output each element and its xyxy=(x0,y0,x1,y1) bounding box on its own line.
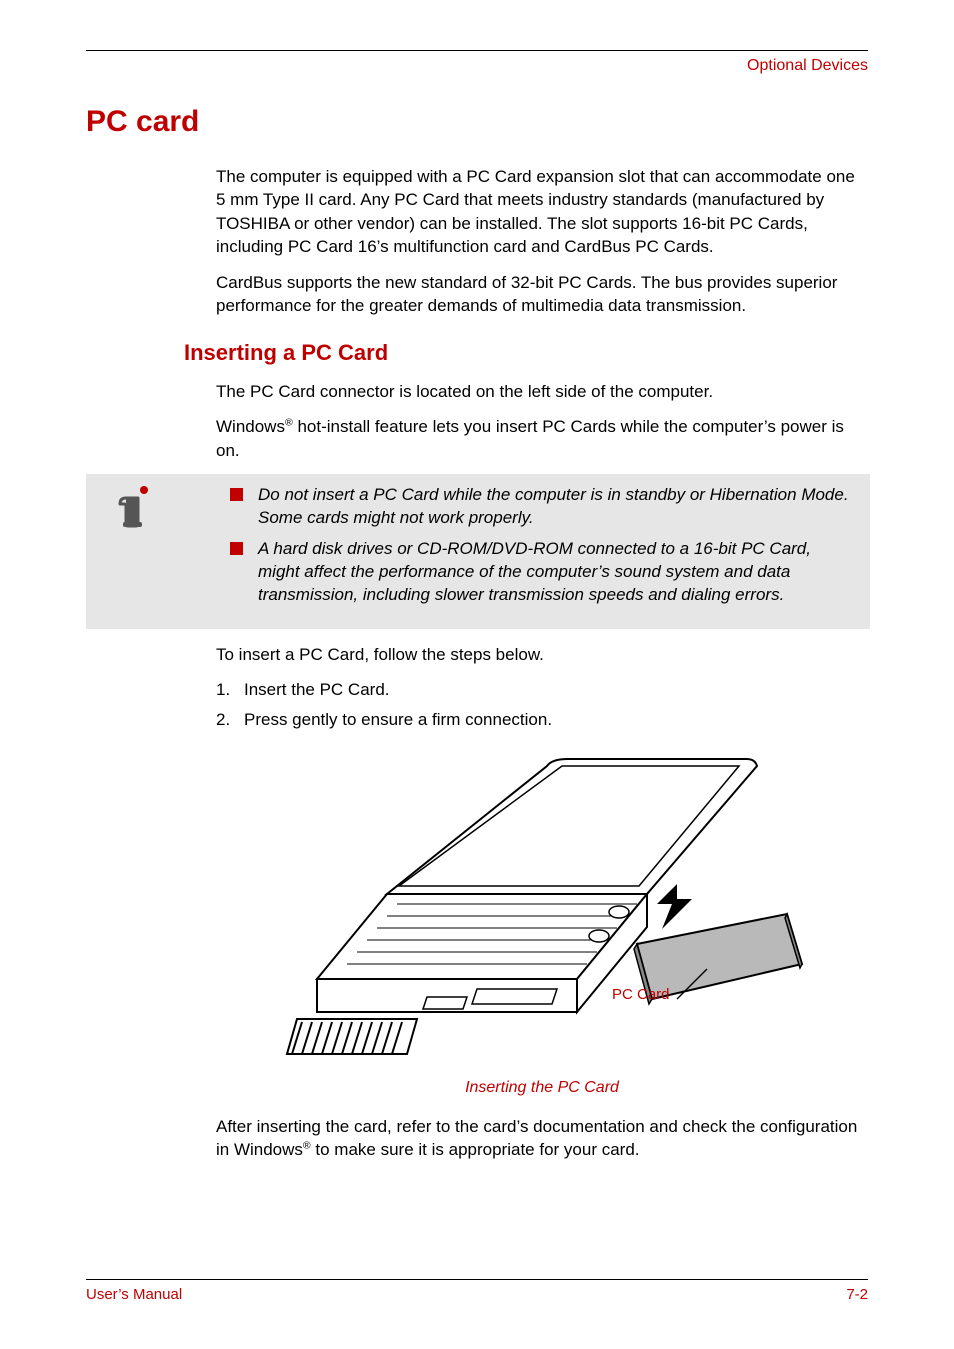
bullet-square-icon xyxy=(230,542,243,555)
heading-pc-card: PC card xyxy=(86,105,868,139)
footer-right: 7-2 xyxy=(846,1286,868,1303)
note-item-2: A hard disk drives or CD-ROM/DVD-ROM con… xyxy=(230,538,856,607)
registered-mark: ® xyxy=(285,417,293,429)
insert-p2-part-b: hot-install feature lets you insert PC C… xyxy=(216,417,844,459)
heading-inserting-pc-card: Inserting a PC Card xyxy=(184,340,868,366)
figure-label-pc-card: PC Card xyxy=(612,986,670,1003)
insert-paragraph-1: The PC Card connector is located on the … xyxy=(216,380,868,403)
registered-mark: ® xyxy=(303,1140,311,1152)
note-2-text: A hard disk drives or CD-ROM/DVD-ROM con… xyxy=(258,539,811,604)
insert-p2-part-a: Windows xyxy=(216,417,285,436)
intro-paragraph-1: The computer is equipped with a PC Card … xyxy=(216,165,868,259)
figure-inserting-pc-card: PC Card Inserting the PC Card xyxy=(216,754,868,1097)
intro-paragraph-2: CardBus supports the new standard of 32-… xyxy=(216,271,868,318)
note-callout: Do not insert a PC Card while the comput… xyxy=(86,474,870,629)
step-1: 1. Insert the PC Card. xyxy=(216,678,868,702)
step-2-text: Press gently to ensure a firm connection… xyxy=(244,708,552,732)
insert-paragraph-2: Windows® hot-install feature lets you in… xyxy=(216,415,868,462)
header-section-label: Optional Devices xyxy=(86,51,868,75)
figure-caption: Inserting the PC Card xyxy=(216,1079,868,1097)
pc-card-illustration xyxy=(277,754,807,1064)
step-2: 2. Press gently to ensure a firm connect… xyxy=(216,708,868,732)
info-icon xyxy=(116,484,156,533)
step-1-text: Insert the PC Card. xyxy=(244,678,390,702)
note-item-1: Do not insert a PC Card while the comput… xyxy=(230,484,856,530)
step-2-number: 2. xyxy=(216,708,244,732)
after-p1-part-b: to make sure it is appropriate for your … xyxy=(311,1140,640,1159)
step-1-number: 1. xyxy=(216,678,244,702)
footer-left: User’s Manual xyxy=(86,1286,182,1303)
bullet-square-icon xyxy=(230,488,243,501)
note-1-text: Do not insert a PC Card while the comput… xyxy=(258,485,849,527)
steps-intro: To insert a PC Card, follow the steps be… xyxy=(216,643,868,666)
after-paragraph: After inserting the card, refer to the c… xyxy=(216,1115,868,1162)
page-footer: User’s Manual 7-2 xyxy=(86,1279,868,1303)
